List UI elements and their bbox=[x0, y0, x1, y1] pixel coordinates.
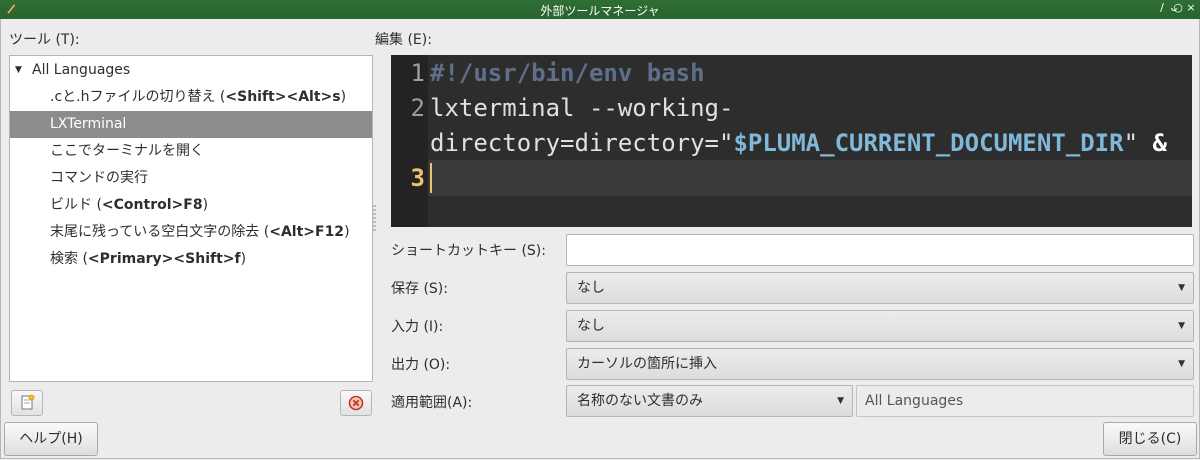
code-string-prefix: directory=directory=" bbox=[430, 129, 734, 157]
code-line-shebang: #!/usr/bin/env bash bbox=[430, 59, 705, 87]
output-combo[interactable]: カーソルの箇所に挿入 ▼ bbox=[566, 348, 1194, 380]
scope-label: 適用範囲(A): bbox=[391, 395, 473, 411]
tree-root-all-languages[interactable]: ▼ All Languages bbox=[10, 57, 372, 84]
chevron-down-icon: ▼ bbox=[1178, 321, 1185, 331]
tree-item[interactable]: .cと.hファイルの切り替え (<Shift><Alt>s) bbox=[10, 84, 372, 111]
tree-item-name: ビルド ( bbox=[50, 197, 102, 213]
code-string-suffix: " bbox=[1123, 129, 1153, 157]
output-label: 出力 (O): bbox=[391, 357, 451, 373]
tree-item-paren: ) bbox=[202, 197, 209, 213]
tree-item-name: 検索 ( bbox=[50, 251, 88, 267]
tree-item-name: コマンドの実行 bbox=[50, 170, 148, 186]
tree-item-name: ここでターミナルを開く bbox=[50, 143, 204, 159]
tree-item-paren: ) bbox=[240, 251, 247, 267]
tree-item-shortcut: <Shift><Alt>s bbox=[225, 89, 341, 105]
tree-item-paren: ) bbox=[344, 224, 350, 240]
close-button[interactable]: 閉じる(C) bbox=[1103, 422, 1197, 456]
tree-root-label: All Languages bbox=[32, 62, 131, 78]
shortcut-key-input[interactable] bbox=[566, 234, 1194, 266]
line-number: 2 bbox=[410, 94, 425, 122]
output-combo-value: カーソルの箇所に挿入 bbox=[577, 356, 717, 372]
line-number-current: 3 bbox=[410, 164, 425, 192]
tree-item-shortcut: <Control>F8 bbox=[101, 197, 203, 213]
window-titlebar: 外部ツールマネージャ ∕ ᴗ ○ × bbox=[0, 0, 1200, 19]
code-line-command: lxterminal --working- bbox=[430, 94, 734, 122]
edit-label: 編集 (E): bbox=[375, 32, 432, 48]
save-combo[interactable]: なし ▼ bbox=[566, 272, 1194, 304]
line-number: 1 bbox=[410, 59, 425, 87]
chevron-down-icon: ▼ bbox=[1178, 359, 1185, 369]
tree-item-shortcut: <Primary><Shift>f bbox=[87, 251, 241, 267]
tree-item[interactable]: ビルド (<Control>F8) bbox=[10, 192, 372, 219]
tree-item[interactable]: ここでターミナルを開く bbox=[10, 138, 372, 165]
add-tool-button[interactable] bbox=[11, 390, 43, 416]
scope-combo-value: 名称のない文書のみ bbox=[577, 393, 703, 409]
save-label: 保存 (S): bbox=[391, 281, 448, 297]
current-line-highlight bbox=[428, 160, 1192, 196]
languages-field[interactable]: All Languages bbox=[856, 385, 1194, 417]
maximize-button[interactable]: ○ bbox=[1171, 1, 1185, 14]
code-editor[interactable]: 1 2 3 #!/usr/bin/env bash lxterminal --w… bbox=[391, 55, 1192, 227]
tree-item-name: 末尾に残っている空白文字の除去 ( bbox=[50, 224, 270, 240]
save-combo-value: なし bbox=[577, 280, 605, 296]
input-combo-value: なし bbox=[577, 318, 605, 334]
tree-item-name: LXTerminal bbox=[50, 116, 127, 132]
languages-value: All Languages bbox=[865, 393, 964, 409]
code-variable: $PLUMA_CURRENT_DOCUMENT_DIR bbox=[733, 129, 1124, 157]
text-caret bbox=[430, 163, 432, 193]
tree-item[interactable]: コマンドの実行 bbox=[10, 165, 372, 192]
close-window-button[interactable]: × bbox=[1184, 1, 1198, 14]
input-combo[interactable]: なし ▼ bbox=[566, 310, 1194, 342]
new-document-icon bbox=[21, 394, 35, 410]
shortcut-label: ショートカットキー (S): bbox=[391, 243, 546, 259]
input-label: 入力 (I): bbox=[391, 319, 444, 335]
tree-item-paren: ) bbox=[340, 89, 347, 105]
remove-icon bbox=[348, 395, 364, 411]
tools-label: ツール (T): bbox=[9, 32, 80, 48]
chevron-down-icon: ▼ bbox=[1178, 283, 1185, 293]
tree-item[interactable]: 検索 (<Primary><Shift>f) bbox=[10, 246, 372, 273]
scope-combo[interactable]: 名称のない文書のみ ▼ bbox=[566, 385, 853, 417]
window-title: 外部ツールマネージャ bbox=[540, 4, 660, 18]
code-line-command-wrap: directory=directory="$PLUMA_CURRENT_DOCU… bbox=[430, 125, 1167, 161]
tree-item-selected[interactable]: LXTerminal bbox=[10, 111, 372, 138]
tree-item-shortcut: <Alt>F12 bbox=[269, 224, 345, 240]
tree-item[interactable]: 末尾に残っている空白文字の除去 (<Alt>F12) bbox=[10, 219, 372, 246]
tool-tree[interactable]: ▼ All Languages .cと.hファイルの切り替え (<Shift><… bbox=[9, 55, 373, 382]
remove-tool-button[interactable] bbox=[340, 390, 372, 416]
expander-down-icon[interactable]: ▼ bbox=[15, 57, 22, 84]
help-button[interactable]: ヘルプ(H) bbox=[4, 422, 98, 456]
code-ampersand: & bbox=[1152, 129, 1167, 157]
chevron-down-icon: ▼ bbox=[837, 396, 844, 406]
tree-item-name: .cと.hファイルの切り替え ( bbox=[50, 89, 226, 105]
pane-splitter-handle[interactable] bbox=[373, 205, 376, 231]
